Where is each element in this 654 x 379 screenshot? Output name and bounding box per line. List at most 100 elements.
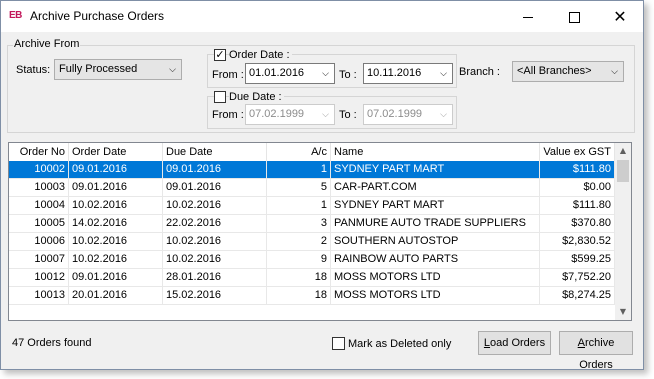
- archive-orders-button[interactable]: Archive Orders: [559, 331, 633, 371]
- cell-ac: 5: [267, 179, 331, 196]
- order-from-value: 01.01.2016: [249, 67, 305, 79]
- cell-due-date: 09.01.2016: [163, 179, 267, 196]
- table-row[interactable]: 10012 09.01.2016 28.01.2016 18 MOSS MOTORS L…: [9, 269, 615, 287]
- grid-header: Order No Order Date Due Date A/c Name Va…: [9, 143, 615, 162]
- due-to-value: 07.02.1999: [367, 108, 423, 120]
- window-title: Archive Purchase Orders: [30, 9, 165, 23]
- cell-ac: 2: [267, 233, 331, 250]
- col-order-no[interactable]: Order No: [9, 143, 69, 161]
- title-bar[interactable]: EB Archive Purchase Orders ✕: [1, 1, 643, 32]
- order-to-date[interactable]: 10.11.2016 ⌵: [363, 63, 453, 84]
- cell-due-date: 09.01.2016: [163, 161, 267, 178]
- cell-order-date: 14.02.2016: [69, 215, 163, 232]
- order-to-value: 10.11.2016: [367, 67, 422, 79]
- status-select[interactable]: Fully Processed ⌵: [54, 59, 182, 80]
- order-to-label: To :: [339, 69, 357, 81]
- cell-name: MOSS MOTORS LTD: [331, 287, 540, 304]
- cell-due-date: 22.02.2016: [163, 215, 267, 232]
- cell-due-date: 10.02.2016: [163, 251, 267, 268]
- due-date-label: Due Date :: [229, 91, 284, 103]
- archive-purchase-orders-window: EB Archive Purchase Orders ✕ Archive Fro…: [0, 0, 644, 371]
- cell-order-no: 10013: [9, 287, 69, 304]
- chevron-down-icon: ⌵: [440, 110, 447, 120]
- table-row[interactable]: 10013 20.01.2016 15.02.2016 18 MOSS MOTORS L…: [9, 287, 615, 305]
- table-row[interactable]: 10004 10.02.2016 10.02.2016 1 SYDNEY PART MA…: [9, 197, 615, 215]
- due-to-date[interactable]: 07.02.1999 ⌵: [363, 104, 453, 125]
- cell-name: PANMURE AUTO TRADE SUPPLIERS: [331, 215, 540, 232]
- cell-due-date: 10.02.2016: [163, 197, 267, 214]
- load-orders-label: Load Orders: [483, 337, 546, 349]
- chevron-down-icon: ⌵: [169, 65, 176, 75]
- due-date-checkbox[interactable]: [214, 91, 226, 103]
- order-from-date[interactable]: 01.01.2016 ⌵: [245, 63, 335, 84]
- table-row[interactable]: 10003 09.01.2016 09.01.2016 5 CAR-PART.COM $0…: [9, 179, 615, 197]
- branch-select[interactable]: <All Branches> ⌵: [512, 61, 624, 82]
- mark-deleted-checkbox[interactable]: [332, 337, 345, 350]
- cell-value: $0.00: [540, 179, 615, 196]
- cell-ac: 1: [267, 161, 331, 178]
- orders-grid[interactable]: Order No Order Date Due Date A/c Name Va…: [8, 142, 632, 321]
- scroll-down-icon[interactable]: ▼: [615, 304, 631, 320]
- cell-due-date: 15.02.2016: [163, 287, 267, 304]
- table-row[interactable]: 10005 14.02.2016 22.02.2016 3 PANMURE AUTO T…: [9, 215, 615, 233]
- due-from-label: From :: [212, 109, 244, 121]
- maximize-button[interactable]: [551, 1, 597, 32]
- order-date-label: Order Date :: [229, 49, 292, 61]
- cell-ac: 18: [267, 269, 331, 286]
- cell-ac: 9: [267, 251, 331, 268]
- mark-deleted-label: Mark as Deleted only: [348, 338, 452, 350]
- order-from-label: From :: [212, 69, 244, 81]
- cell-name: SYDNEY PART MART: [331, 161, 540, 178]
- cell-order-no: 10003: [9, 179, 69, 196]
- cell-order-no: 10007: [9, 251, 69, 268]
- cell-order-no: 10002: [9, 161, 69, 178]
- chevron-down-icon: ⌵: [611, 67, 618, 77]
- col-due-date[interactable]: Due Date: [163, 143, 267, 161]
- cell-order-no: 10005: [9, 215, 69, 232]
- col-order-date[interactable]: Order Date: [69, 143, 163, 161]
- cell-ac: 18: [267, 287, 331, 304]
- chevron-down-icon: ⌵: [322, 69, 329, 79]
- status-value: Fully Processed: [59, 63, 138, 75]
- due-from-value: 07.02.1999: [249, 108, 305, 120]
- table-row[interactable]: 10002 09.01.2016 09.01.2016 1 SYDNEY PART MA…: [9, 161, 615, 179]
- due-from-date[interactable]: 07.02.1999 ⌵: [245, 104, 335, 125]
- cell-due-date: 10.02.2016: [163, 233, 267, 250]
- scroll-up-icon[interactable]: ▲: [615, 143, 631, 159]
- col-name[interactable]: Name: [331, 143, 540, 161]
- close-button[interactable]: ✕: [597, 1, 643, 32]
- col-ac[interactable]: A/c: [267, 143, 331, 161]
- cell-order-no: 10004: [9, 197, 69, 214]
- table-row[interactable]: 10006 10.02.2016 10.02.2016 2 SOUTHERN AUTOS…: [9, 233, 615, 251]
- cell-value: $2,830.52: [540, 233, 615, 250]
- cell-order-no: 10006: [9, 233, 69, 250]
- minimize-button[interactable]: [505, 1, 551, 32]
- scroll-thumb[interactable]: [617, 160, 629, 182]
- table-row[interactable]: 10007 10.02.2016 10.02.2016 9 RAINBOW AUTO P…: [9, 251, 615, 269]
- cell-order-date: 10.02.2016: [69, 251, 163, 268]
- order-date-checkbox[interactable]: ✓: [214, 49, 226, 61]
- archive-from-label: Archive From: [13, 38, 81, 50]
- col-value[interactable]: Value ex GST: [540, 143, 615, 161]
- status-label: Status:: [16, 64, 51, 76]
- load-orders-button[interactable]: Load Orders: [478, 331, 551, 355]
- cell-name: CAR-PART.COM: [331, 179, 540, 196]
- cell-name: RAINBOW AUTO PARTS: [331, 251, 540, 268]
- branch-value: <All Branches>: [517, 65, 592, 77]
- cell-name: MOSS MOTORS LTD: [331, 269, 540, 286]
- cell-ac: 1: [267, 197, 331, 214]
- vertical-scrollbar[interactable]: ▲ ▼: [615, 143, 631, 320]
- cell-name: SYDNEY PART MART: [331, 197, 540, 214]
- branch-label: Branch :: [459, 66, 500, 78]
- cell-order-date: 10.02.2016: [69, 197, 163, 214]
- cell-due-date: 28.01.2016: [163, 269, 267, 286]
- close-icon: ✕: [613, 7, 627, 26]
- cell-value: $599.25: [540, 251, 615, 268]
- cell-value: $111.80: [540, 161, 615, 178]
- cell-order-date: 20.01.2016: [69, 287, 163, 304]
- cell-order-date: 10.02.2016: [69, 233, 163, 250]
- cell-value: $8,274.25: [540, 287, 615, 304]
- chevron-down-icon: ⌵: [322, 110, 329, 120]
- cell-ac: 3: [267, 215, 331, 232]
- cell-order-no: 10012: [9, 269, 69, 286]
